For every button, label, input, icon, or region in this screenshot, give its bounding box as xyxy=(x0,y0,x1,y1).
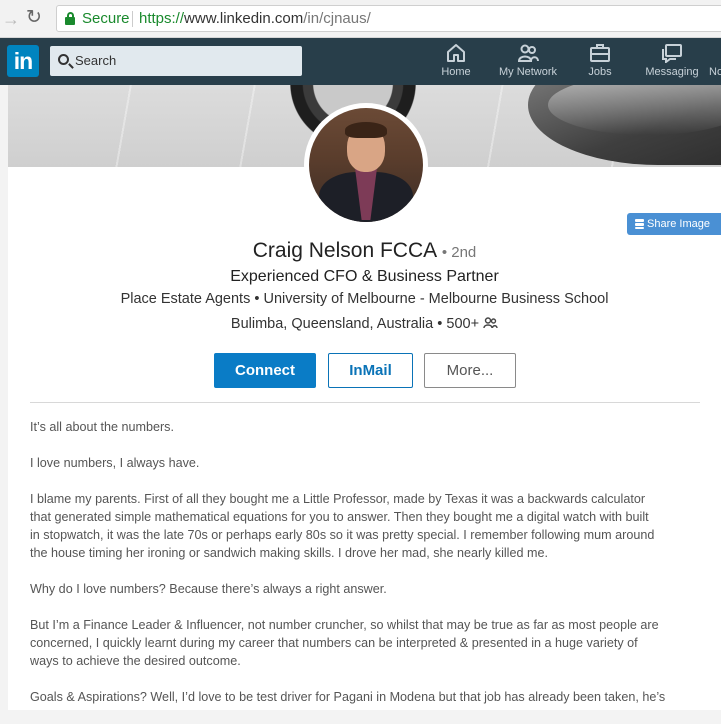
summary-line: Goals & Aspirations? Well, I’d love to b… xyxy=(30,690,666,704)
avatar[interactable] xyxy=(304,103,428,227)
summary-paragraph: I love numbers, I always have. xyxy=(30,454,702,472)
profile-photo xyxy=(309,108,423,222)
summary-paragraph: It’s all about the numbers. xyxy=(30,418,702,436)
connections-count[interactable]: 500+ xyxy=(446,316,479,332)
summary-paragraph: Goals & Aspirations? Well, I’d love to b… xyxy=(30,688,702,706)
reload-icon[interactable]: ↻ xyxy=(26,7,46,29)
profile-card: Share Image Craig Nelson FCCA • 2nd Expe… xyxy=(8,85,721,710)
profile-location: Bulimba, Queensland, Australia xyxy=(230,316,434,332)
nav-jobs-label: Jobs xyxy=(588,66,612,78)
summary-paragraph: But I’m a Finance Leader & Influencer, n… xyxy=(30,616,702,670)
back-arrow-icon[interactable]: → xyxy=(2,9,20,29)
share-image-label: Share Image xyxy=(647,218,710,230)
summary-line: in stopwatch, it was the late 70s or per… xyxy=(30,528,655,542)
summary-paragraph: Why do I love numbers? Because there’s a… xyxy=(30,580,702,598)
nav-home[interactable]: Home xyxy=(440,43,472,83)
nav-jobs[interactable]: Jobs xyxy=(586,43,614,83)
lock-icon xyxy=(65,12,75,25)
summary-line: I love numbers, I always have. xyxy=(30,456,200,470)
url-scheme: https:// xyxy=(139,10,185,27)
nav-notifications-label: No xyxy=(709,66,721,78)
network-icon xyxy=(517,44,539,62)
browser-toolbar: → ↻ Secure https://www.linkedin.com/in/c… xyxy=(0,0,721,38)
connections-icon xyxy=(483,317,498,329)
page-gutter xyxy=(0,85,8,710)
profile-location-row: Bulimba, Queensland, Australia • 500+ xyxy=(8,316,721,332)
profile-name: Craig Nelson FCCA xyxy=(252,239,436,262)
secure-label: Secure xyxy=(82,10,130,27)
messaging-icon xyxy=(662,44,682,63)
summary-line: But I’m a Finance Leader & Influencer, n… xyxy=(30,618,659,632)
linkedin-header: in Search Home My Network Jobs Messaging… xyxy=(0,38,721,85)
linkedin-logo[interactable]: in xyxy=(7,45,39,77)
inmail-button[interactable]: InMail xyxy=(328,353,413,388)
share-image-button[interactable]: Share Image xyxy=(627,213,721,235)
summary-paragraph: I blame my parents. First of all they bo… xyxy=(30,490,702,562)
nav-messaging[interactable]: Messaging xyxy=(643,43,701,83)
summary-line: Why do I love numbers? Because there’s a… xyxy=(30,582,387,596)
summary-line: I blame my parents. First of all they bo… xyxy=(30,492,646,506)
summary-line: ways to achieve the desired outcome. xyxy=(30,654,241,668)
notifications-icon xyxy=(709,43,721,63)
address-divider xyxy=(132,11,133,27)
profile-company-school: Place Estate Agents • University of Melb… xyxy=(8,291,721,307)
nav-my-network-label: My Network xyxy=(498,66,558,78)
section-divider xyxy=(30,402,700,403)
profile-headline: Experienced CFO & Business Partner xyxy=(230,268,499,285)
url-host: www.linkedin.com xyxy=(184,10,304,27)
search-input[interactable]: Search xyxy=(50,46,302,76)
layers-icon xyxy=(635,219,644,229)
summary-line: the house timing her ironing or sandwich… xyxy=(30,546,548,560)
summary-line: that generated simple mathematical equat… xyxy=(30,510,649,524)
summary-line: It’s all about the numbers. xyxy=(30,420,174,434)
profile-summary: It’s all about the numbers. I love number… xyxy=(30,418,702,724)
connection-degree: • 2nd xyxy=(441,244,477,261)
more-button[interactable]: More... xyxy=(424,353,516,388)
profile-name-row: Craig Nelson FCCA • 2nd xyxy=(8,239,721,263)
search-icon xyxy=(58,54,69,65)
nav-notifications[interactable]: No xyxy=(709,43,721,83)
home-icon xyxy=(447,44,465,62)
nav-home-label: Home xyxy=(441,66,471,78)
briefcase-icon xyxy=(590,44,610,62)
connect-button[interactable]: Connect xyxy=(214,353,316,388)
search-placeholder: Search xyxy=(75,53,117,68)
profile-company[interactable]: Place Estate Agents xyxy=(121,291,251,307)
url-path: /in/cjnaus/ xyxy=(303,10,371,27)
profile-school[interactable]: University of Melbourne - Melbourne Busi… xyxy=(263,291,608,307)
address-bar[interactable]: Secure https://www.linkedin.com/in/cjnau… xyxy=(56,5,721,32)
nav-messaging-label: Messaging xyxy=(645,66,699,78)
url-text[interactable]: https://www.linkedin.com/in/cjnaus/ xyxy=(139,10,371,27)
nav-my-network[interactable]: My Network xyxy=(496,43,560,83)
summary-line: concerned, I quickly learnt during my ca… xyxy=(30,636,638,650)
separator-dot: • xyxy=(437,316,447,332)
